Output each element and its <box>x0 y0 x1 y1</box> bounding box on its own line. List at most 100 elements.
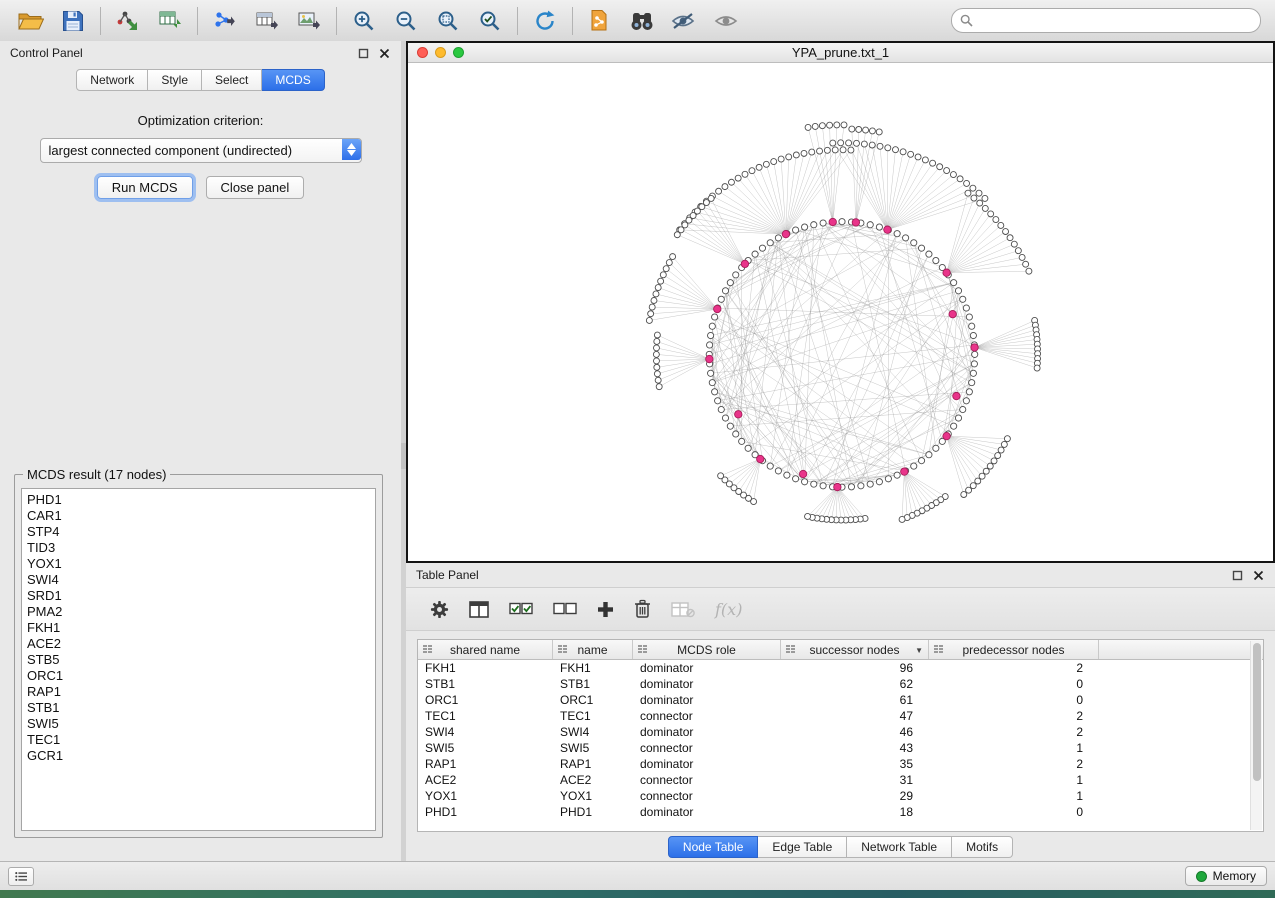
toolbar-separator <box>572 7 573 35</box>
table-cell: YOX1 <box>418 789 553 803</box>
table-cell: 1 <box>929 773 1099 787</box>
float-panel-button[interactable] <box>357 47 370 60</box>
table-row[interactable]: SWI4SWI4dominator462 <box>418 724 1263 740</box>
network-window-titlebar[interactable]: YPA_prune.txt_1 <box>408 43 1273 63</box>
mcds-result-item[interactable]: STB5 <box>22 652 375 668</box>
table-scrollbar[interactable] <box>1250 641 1262 830</box>
export-network-button[interactable] <box>204 4 246 38</box>
export-image-button[interactable] <box>288 4 330 38</box>
column-header-name[interactable]: name <box>553 640 633 659</box>
table-cell: 35 <box>781 757 929 771</box>
table-row[interactable]: SWI5SWI5connector431 <box>418 740 1263 756</box>
table-cell: dominator <box>633 693 781 707</box>
zoom-fit-button[interactable] <box>427 4 469 38</box>
table-cell: dominator <box>633 677 781 691</box>
apply-layout-button[interactable] <box>524 4 566 38</box>
mcds-result-list[interactable]: PHD1CAR1STP4TID3YOX1SWI4SRD1PMA2FKH1ACE2… <box>21 488 376 831</box>
criterion-select[interactable]: largest connected component (undirected) <box>40 138 362 163</box>
trash-icon <box>634 599 651 619</box>
mcds-result-item[interactable]: TEC1 <box>22 732 375 748</box>
table-row[interactable]: ORC1ORC1dominator610 <box>418 692 1263 708</box>
mcds-result-item[interactable]: STP4 <box>22 524 375 540</box>
search-network-button[interactable] <box>621 4 663 38</box>
toolbar-search[interactable] <box>951 8 1261 33</box>
import-table-button[interactable] <box>149 4 191 38</box>
tab-style[interactable]: Style <box>148 69 202 91</box>
mcds-result-item[interactable]: ORC1 <box>22 668 375 684</box>
zoom-selected-button[interactable] <box>469 4 511 38</box>
mcds-result-item[interactable]: PMA2 <box>22 604 375 620</box>
memory-button[interactable]: Memory <box>1185 866 1267 886</box>
delete-column-button[interactable] <box>634 599 651 619</box>
table-row[interactable]: RAP1RAP1dominator352 <box>418 756 1263 772</box>
export-table-button[interactable] <box>246 4 288 38</box>
table-cell: connector <box>633 773 781 787</box>
table-cell: ACE2 <box>418 773 553 787</box>
mcds-result-item[interactable]: FKH1 <box>22 620 375 636</box>
table-row[interactable]: STB1STB1dominator620 <box>418 676 1263 692</box>
table-row[interactable]: TEC1TEC1connector472 <box>418 708 1263 724</box>
tab-network-table[interactable]: Network Table <box>847 836 952 858</box>
tab-motifs[interactable]: Motifs <box>952 836 1013 858</box>
table-row[interactable]: YOX1YOX1connector291 <box>418 788 1263 804</box>
export-table-icon <box>255 9 279 33</box>
search-input[interactable] <box>978 13 1252 29</box>
run-mcds-button[interactable]: Run MCDS <box>97 176 193 199</box>
tab-select[interactable]: Select <box>202 69 262 91</box>
tab-node-table[interactable]: Node Table <box>668 836 759 858</box>
show-hide-panel-button[interactable] <box>705 4 747 38</box>
column-header-predecessor-nodes[interactable]: predecessor nodes <box>929 640 1099 659</box>
zoom-out-icon <box>394 9 418 33</box>
table-cell: RAP1 <box>418 757 553 771</box>
column-type-icon <box>786 645 795 653</box>
tab-edge-table[interactable]: Edge Table <box>758 836 847 858</box>
network-window[interactable]: YPA_prune.txt_1 <box>408 43 1273 561</box>
table-row[interactable]: FKH1FKH1dominator962 <box>418 660 1263 676</box>
function-builder-icon: f(x) <box>715 600 742 619</box>
mcds-result-item[interactable]: SRD1 <box>22 588 375 604</box>
table-scrollbar-thumb[interactable] <box>1253 643 1261 781</box>
mcds-result-item[interactable]: ACE2 <box>22 636 375 652</box>
table-row[interactable]: ACE2ACE2connector311 <box>418 772 1263 788</box>
network-canvas[interactable] <box>408 63 1273 561</box>
mcds-result-item[interactable]: SWI5 <box>22 716 375 732</box>
close-table-panel-button[interactable] <box>1252 569 1265 582</box>
node-table-header: shared name name MCDS role successor nod… <box>418 640 1263 660</box>
tab-network[interactable]: Network <box>76 69 148 91</box>
control-panel-header: Control Panel <box>0 41 401 65</box>
close-panel-action-button[interactable]: Close panel <box>206 176 305 199</box>
column-header-mcds-role[interactable]: MCDS role <box>633 640 781 659</box>
mcds-result-item[interactable]: TID3 <box>22 540 375 556</box>
mcds-result-item[interactable]: SWI4 <box>22 572 375 588</box>
tab-mcds[interactable]: MCDS <box>262 69 324 91</box>
node-table-body: FKH1FKH1dominator962STB1STB1dominator620… <box>418 660 1263 820</box>
task-history-button[interactable] <box>8 867 34 886</box>
open-session-button[interactable] <box>10 4 52 38</box>
close-panel-button[interactable] <box>378 47 391 60</box>
deselect-all-columns-button[interactable] <box>553 602 577 616</box>
mcds-result-item[interactable]: RAP1 <box>22 684 375 700</box>
column-header-successor-nodes[interactable]: successor nodes ▼ <box>781 640 929 659</box>
toggle-graphics-details-button[interactable] <box>663 4 705 38</box>
zoom-out-button[interactable] <box>385 4 427 38</box>
table-row[interactable]: PHD1PHD1dominator180 <box>418 804 1263 820</box>
column-header-shared-name[interactable]: shared name <box>418 640 553 659</box>
share-document-button[interactable] <box>579 4 621 38</box>
mcds-result-item[interactable]: CAR1 <box>22 508 375 524</box>
import-network-button[interactable] <box>107 4 149 38</box>
mcds-result-item[interactable]: YOX1 <box>22 556 375 572</box>
mcds-result-item[interactable]: STB1 <box>22 700 375 716</box>
column-type-icon <box>423 645 432 653</box>
mcds-result-item[interactable]: PHD1 <box>22 492 375 508</box>
mcds-result-item[interactable]: GCR1 <box>22 748 375 764</box>
sort-descending-icon[interactable]: ▼ <box>915 646 923 655</box>
select-all-columns-button[interactable] <box>509 602 533 616</box>
show-column-panel-button[interactable] <box>469 601 489 618</box>
zoom-in-button[interactable] <box>343 4 385 38</box>
create-column-button[interactable] <box>597 601 614 618</box>
table-cell: TEC1 <box>418 709 553 723</box>
toolbar-separator <box>517 7 518 35</box>
table-settings-button[interactable] <box>430 600 449 619</box>
float-table-panel-button[interactable] <box>1231 569 1244 582</box>
save-session-button[interactable] <box>52 4 94 38</box>
